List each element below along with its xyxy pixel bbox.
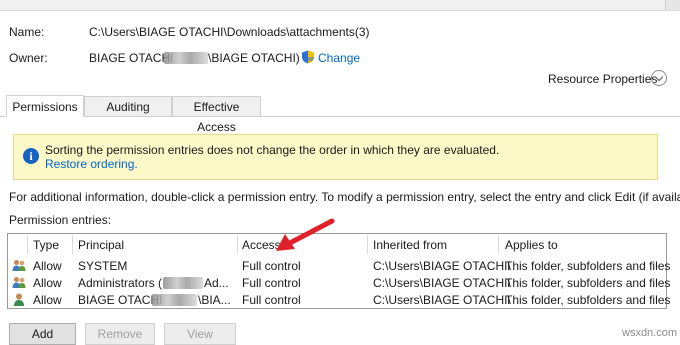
name-label: Name: xyxy=(9,25,45,39)
row-inherited-from[interactable]: C:\Users\BIAGE OTACHI\ xyxy=(373,259,511,273)
shield-icon xyxy=(302,50,314,64)
column-header-applies-to[interactable]: Applies to xyxy=(505,238,558,252)
column-separator[interactable] xyxy=(237,235,238,254)
row-access[interactable]: Full control xyxy=(242,259,301,273)
redacted-principal xyxy=(152,294,197,306)
view-button[interactable]: View xyxy=(164,323,236,345)
column-separator[interactable] xyxy=(498,235,499,254)
chevron-down-icon[interactable] xyxy=(651,70,667,86)
watermark: wsxdn.com xyxy=(622,327,678,339)
name-value: C:\Users\BIAGE OTACHI\Downloads\attachme… xyxy=(89,25,370,39)
owner-label: Owner: xyxy=(9,51,48,65)
row-access[interactable]: Full control xyxy=(242,276,301,290)
window-top-strip xyxy=(0,0,680,11)
instructions-text: For additional information, double-click… xyxy=(9,190,680,204)
column-separator[interactable] xyxy=(72,235,73,254)
row-access[interactable]: Full control xyxy=(242,293,301,307)
group-user-icon xyxy=(12,277,26,288)
row-applies-to[interactable]: This folder, subfolders and files xyxy=(505,259,670,273)
row-principal-suffix[interactable]: Ad... xyxy=(204,276,229,290)
group-user-icon xyxy=(12,260,26,271)
column-header-type[interactable]: Type xyxy=(33,238,59,252)
remove-button[interactable]: Remove xyxy=(85,323,155,345)
redacted-owner xyxy=(164,52,208,64)
row-type[interactable]: Allow xyxy=(33,259,62,273)
owner-name: BIAGE OTACHI xyxy=(89,51,174,65)
row-principal-suffix[interactable]: \BIA... xyxy=(198,293,231,307)
info-message: Sorting the permission entries does not … xyxy=(45,143,500,157)
tab-effective-access[interactable]: Effective Access xyxy=(172,96,261,134)
tabs-divider xyxy=(0,116,680,117)
column-header-principal[interactable]: Principal xyxy=(78,238,124,252)
add-button[interactable]: Add xyxy=(9,323,76,345)
column-separator[interactable] xyxy=(27,235,28,254)
row-principal[interactable]: BIAGE OTACHI xyxy=(78,293,162,307)
tab-permissions[interactable]: Permissions xyxy=(6,95,84,117)
row-type[interactable]: Allow xyxy=(33,276,62,290)
row-principal[interactable]: Administrators ( xyxy=(78,276,162,290)
row-applies-to[interactable]: This folder, subfolders and files xyxy=(505,276,670,290)
row-inherited-from[interactable]: C:\Users\BIAGE OTACHI\ xyxy=(373,293,511,307)
column-header-inherited-from[interactable]: Inherited from xyxy=(373,238,447,252)
row-inherited-from[interactable]: C:\Users\BIAGE OTACHI\ xyxy=(373,276,511,290)
tab-auditing[interactable]: Auditing xyxy=(84,96,172,116)
scrollbar[interactable] xyxy=(665,0,680,10)
restore-ordering-link[interactable]: Restore ordering. xyxy=(45,157,138,171)
column-separator[interactable] xyxy=(367,235,368,254)
change-owner-link[interactable]: Change xyxy=(318,51,360,65)
permission-entries-label: Permission entries: xyxy=(9,213,112,227)
annotation-arrow-icon xyxy=(276,218,335,251)
row-applies-to[interactable]: This folder, subfolders and files xyxy=(505,293,670,307)
redacted-principal xyxy=(163,277,203,289)
row-principal[interactable]: SYSTEM xyxy=(78,259,127,273)
owner-suffix: \BIAGE OTACHI) xyxy=(208,51,300,65)
row-type[interactable]: Allow xyxy=(33,293,62,307)
resource-properties-label[interactable]: Resource Properties xyxy=(548,72,657,86)
info-icon: i xyxy=(23,148,39,164)
user-icon xyxy=(14,293,24,306)
